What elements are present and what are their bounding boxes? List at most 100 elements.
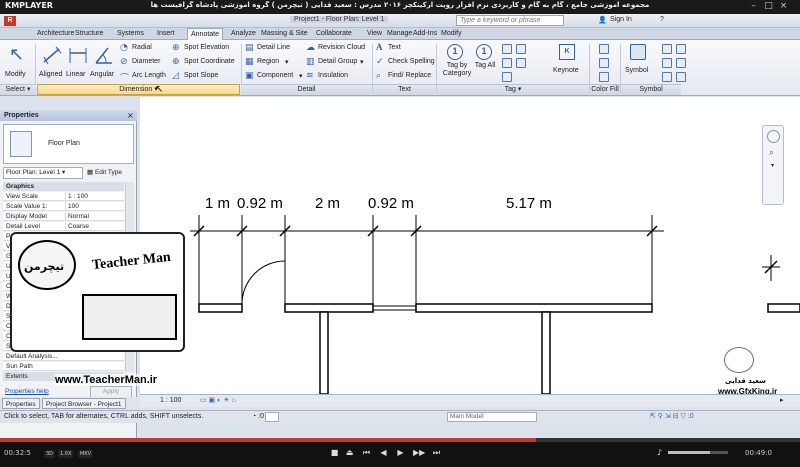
play-icon[interactable]: ▶ (396, 448, 405, 457)
steering-wheel-icon[interactable] (767, 130, 780, 143)
chevron-down-icon: ▾ (360, 59, 364, 66)
tag-beam-icon[interactable] (502, 72, 512, 82)
region-label: Region (257, 58, 280, 65)
color-fill-legend-icon[interactable] (599, 44, 609, 54)
close-icon[interactable]: × (127, 111, 134, 120)
dimension-text-1[interactable]: 1 m (205, 195, 230, 212)
tag-multi-icon[interactable] (516, 58, 526, 68)
tab-insert[interactable]: Insert (154, 28, 178, 40)
panel-detail[interactable]: Detail (241, 84, 372, 95)
speed-pill-2[interactable]: 1.0X (58, 450, 74, 458)
tab-analyze[interactable]: Analyze (228, 28, 259, 40)
design-options-toggle[interactable] (265, 412, 279, 422)
tab-architecture[interactable]: Architecture (34, 28, 77, 40)
speed-pill-3[interactable]: MKV (78, 450, 94, 458)
property-row[interactable]: Display Model Normal (3, 212, 124, 221)
sign-in-link[interactable]: Sign In (610, 16, 632, 23)
tag-area-icon[interactable] (516, 44, 526, 54)
property-value[interactable]: 1 : 100 (65, 192, 123, 201)
modify-button[interactable]: ↖ Modify (3, 43, 33, 83)
edit-type-button[interactable]: ▦ Edit Type (87, 167, 122, 179)
worksets-icon[interactable]: ◔ :0 (252, 411, 264, 423)
dimension-text-4[interactable]: 0.92 m (368, 195, 414, 212)
revit-app-icon[interactable]: R (4, 16, 16, 26)
panel-symbol[interactable]: Symbol (621, 84, 681, 95)
help-icon[interactable]: ? (660, 16, 664, 23)
fabric-reinforcement-icon[interactable] (662, 72, 672, 82)
property-row[interactable]: Scale Value 1: 100 (3, 202, 124, 211)
zoom-icon[interactable]: ⌕ (769, 148, 774, 158)
property-value[interactable]: 100 (65, 202, 123, 211)
seek-bar[interactable] (0, 438, 800, 442)
model-selector[interactable]: Main Model (447, 412, 537, 422)
tab-properties[interactable]: Properties (2, 398, 40, 409)
properties-help-link[interactable]: Properties help (5, 388, 49, 395)
minimize-icon[interactable]: – (748, 1, 759, 12)
maximize-icon[interactable]: □ (763, 1, 774, 12)
property-value[interactable]: Normal (65, 212, 123, 221)
user-icon[interactable]: 👤 (598, 16, 607, 24)
view-scale[interactable]: 1 : 100 (160, 395, 181, 407)
property-row[interactable]: Default Analysis... (3, 352, 124, 361)
property-row[interactable]: Detail Level Coarse (3, 222, 124, 231)
panel-color-fill[interactable]: Color Fill (590, 84, 620, 95)
tag-room-icon[interactable] (502, 44, 512, 54)
tag-all-button[interactable]: 1 Tag All (472, 43, 496, 83)
panel-text-label: Text (398, 86, 411, 93)
path-reinforcement-icon[interactable] (676, 58, 686, 68)
panel-select[interactable]: Select ▾ (0, 84, 36, 95)
panel-dimension[interactable]: Dimension ▾ (37, 84, 240, 95)
type-selector[interactable]: Floor Plan (3, 124, 134, 164)
aligned-dimension-button[interactable]: Aligned (38, 43, 66, 83)
stair-path-icon[interactable] (676, 72, 686, 82)
chevron-down-icon[interactable]: ▾ (771, 162, 774, 169)
detail-level-icon[interactable]: ▭ ▣ ◐ ☀ ⌂ (200, 395, 236, 407)
property-row[interactable]: Sun Path (3, 362, 124, 371)
volume-slider[interactable] (668, 451, 728, 454)
volume-icon[interactable]: ♪ (655, 448, 664, 457)
tab-view[interactable]: View (364, 28, 385, 40)
tab-systems[interactable]: Systems (114, 28, 147, 40)
selection-filters-icon[interactable]: ⇱ ⚲ ⇲ ⊟ ▽ :0 (650, 411, 694, 423)
scroll-right-icon[interactable]: ▸ (780, 395, 784, 407)
dimension-text-3[interactable]: 2 m (315, 195, 340, 212)
tab-modify[interactable]: Modify (438, 28, 465, 40)
forward-icon[interactable]: ▶▶ (413, 448, 425, 457)
rewind-icon[interactable]: ◀ (379, 448, 388, 457)
dimension-text-5[interactable]: 5.17 m (506, 195, 552, 212)
close-icon[interactable]: × (778, 1, 789, 12)
next-icon[interactable]: ⏭ (432, 448, 441, 457)
tag-material-icon[interactable] (502, 58, 512, 68)
graphics-section[interactable]: Graphics (3, 182, 124, 191)
ribbon-tabs: Architecture Structure Systems Insert Annota… (0, 28, 800, 41)
property-value[interactable]: Coarse (65, 222, 123, 231)
eject-icon[interactable]: ⏏ (345, 448, 354, 457)
drawing-area[interactable]: 1 m 0.92 m 2 m 0.92 m 5.17 m ⌕ ▾ تیچرمن … (10, 97, 800, 396)
tab-add-ins[interactable]: Add-Ins (410, 28, 440, 40)
tab-collaborate[interactable]: Collaborate (313, 28, 355, 40)
view-instance-selector[interactable]: Floor Plan: Level 1 ▾ (3, 167, 83, 179)
speed-pill-1[interactable]: 3D (44, 450, 56, 458)
beam-annotation-icon[interactable] (676, 44, 686, 54)
keynote-button[interactable]: K Keynote (550, 43, 586, 83)
stop-icon[interactable]: ■ (330, 448, 339, 457)
pipe-legend-icon[interactable] (599, 72, 609, 82)
previous-icon[interactable]: ⏮ (362, 448, 371, 457)
current-time: 00:32:5 (4, 449, 31, 457)
span-direction-icon[interactable] (662, 44, 672, 54)
tab-project-browser[interactable]: Project Browser - Project1 (42, 398, 126, 409)
panel-text[interactable]: Text (373, 84, 436, 95)
tab-massing-site[interactable]: Massing & Site (258, 28, 311, 40)
tab-structure[interactable]: Structure (72, 28, 106, 40)
area-reinforcement-icon[interactable] (662, 58, 672, 68)
linear-dimension-button[interactable]: Linear (66, 43, 90, 83)
property-row[interactable]: View Scale 1 : 100 (3, 192, 124, 201)
dimension-text-2[interactable]: 0.92 m (237, 195, 283, 212)
angular-dimension-button[interactable]: Angular (90, 43, 118, 83)
video-title: مجموعه آموزشی جامع ، گام به گام و کاربرد… (150, 1, 650, 9)
tag-by-category-button[interactable]: 1 Tag by Category (440, 43, 471, 83)
duct-legend-icon[interactable] (599, 58, 609, 68)
panel-tag[interactable]: Tag ▾ (437, 84, 589, 95)
search-input[interactable]: Type a keyword or phrase (456, 15, 564, 26)
symbol-button[interactable]: Symbol (623, 43, 653, 83)
